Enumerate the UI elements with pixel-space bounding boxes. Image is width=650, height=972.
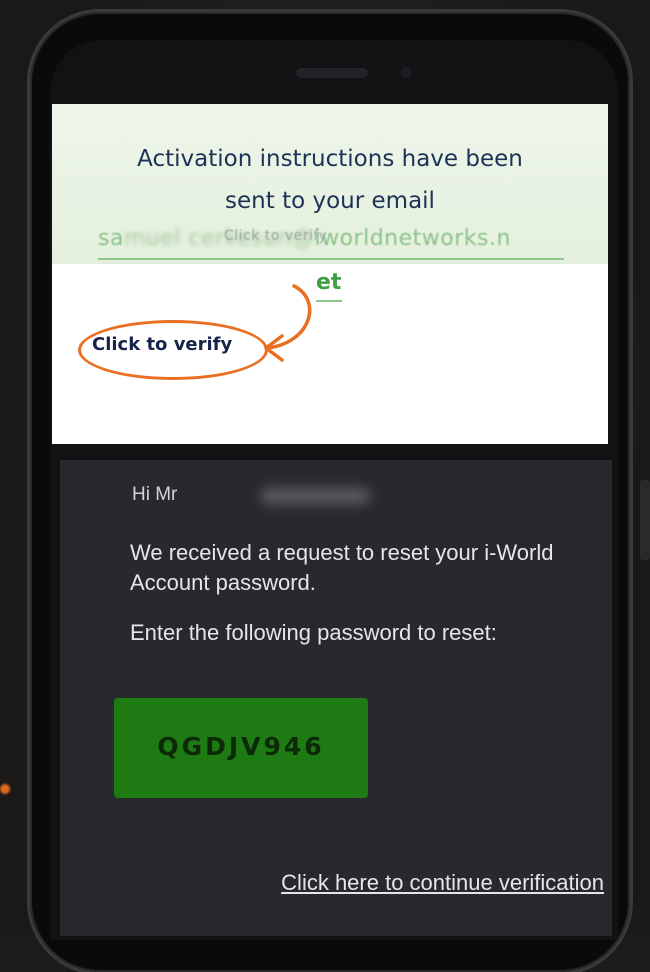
email-address-start: sa	[98, 226, 124, 251]
email-address-end: iworldnetworks.n	[314, 226, 511, 251]
activation-title: Activation instructions have been sent t…	[137, 146, 523, 214]
email-overlay-text: Click to verify	[224, 228, 328, 244]
redacted-name	[260, 488, 370, 504]
activation-panel: Activation instructions have been sent t…	[52, 104, 608, 444]
email-address: samuel cerkesun@iworldnetworks.n	[98, 222, 568, 256]
email-body-panel: Hi Mr We received a request to reset you…	[60, 460, 612, 936]
reset-message: We received a request to reset your i-Wo…	[130, 540, 554, 595]
continue-verification-link[interactable]: Click here to continue verification	[188, 870, 604, 896]
password-code: QGDJV946	[157, 732, 325, 761]
phone-camera	[401, 67, 412, 78]
email-underline	[98, 258, 564, 260]
orange-mark	[0, 784, 10, 794]
greeting-text: Hi Mr	[132, 484, 178, 505]
phone-side-button	[640, 480, 650, 560]
phone-speaker	[296, 68, 368, 78]
password-code-box: QGDJV946	[114, 698, 368, 798]
click-to-verify-link[interactable]: Click to verify	[92, 334, 232, 355]
reset-instruction: Enter the following password to reset:	[130, 620, 497, 645]
